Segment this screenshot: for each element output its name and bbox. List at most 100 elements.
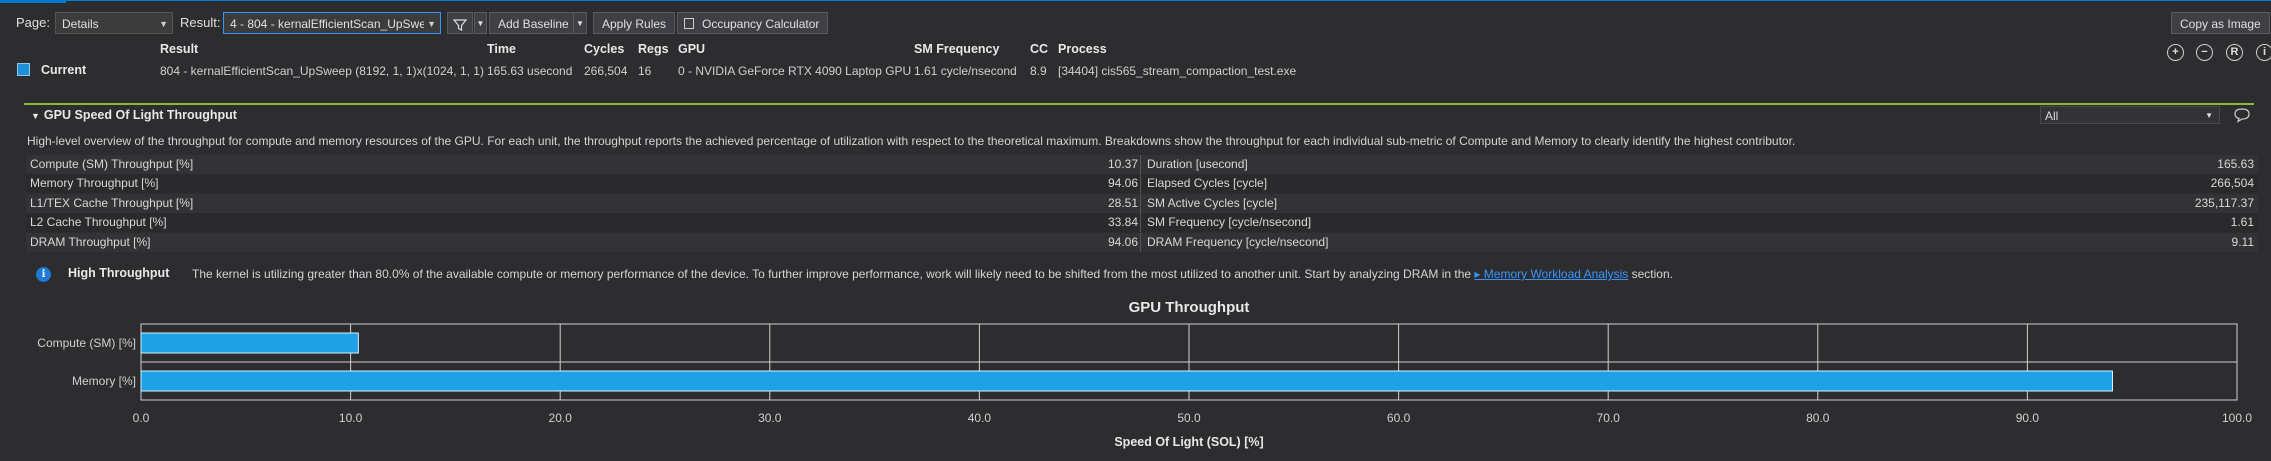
time-value: 165.63 usecond <box>487 64 573 78</box>
metric-name: DRAM Frequency [cycle/nsecond] <box>1147 234 1329 249</box>
section-filter-select[interactable]: All ▼ <box>2040 106 2220 124</box>
metric-value: 10.37 <box>1107 157 1138 171</box>
chevron-down-icon: ▼ <box>159 19 168 29</box>
metrics-row: L1/TEX Cache Throughput [%] 28.51 SM Activ… <box>26 193 2258 213</box>
filter-icon <box>452 19 468 31</box>
info-body: The kernel is utilizing greater than 80.… <box>192 267 1472 281</box>
reset-icon[interactable]: R <box>2226 44 2243 61</box>
info-suffix: section. <box>1631 267 1673 281</box>
x-tick-label: 80.0 <box>1806 411 1830 425</box>
column-divider <box>1140 193 1141 213</box>
zoom-in-icon[interactable]: + <box>2167 44 2184 61</box>
comment-icon[interactable] <box>2233 107 2251 123</box>
result-label: Result: <box>180 15 221 30</box>
x-tick-label: 40.0 <box>968 411 992 425</box>
page-select[interactable]: Details ▼ <box>55 12 173 34</box>
zoom-out-icon[interactable]: − <box>2196 44 2213 61</box>
section-description: High-level overview of the throughput fo… <box>27 134 1796 148</box>
metric-value: 94.06 <box>1107 234 1138 249</box>
regs-value: 16 <box>638 64 652 78</box>
y-category-label: Compute (SM) [%] <box>37 336 136 350</box>
cycles-value: 266,504 <box>584 64 628 78</box>
chevron-down-icon: ▼ <box>2205 111 2213 120</box>
calculator-icon <box>684 18 694 29</box>
x-tick-label: 60.0 <box>1387 411 1411 425</box>
info-title: High Throughput <box>68 266 170 280</box>
x-tick-label: 70.0 <box>1597 411 1621 425</box>
sm-frequency-value: 1.61 cycle/nsecond <box>914 64 1017 78</box>
metric-name: L2 Cache Throughput [%] <box>30 215 167 230</box>
metric-value: 1.61 <box>2230 215 2254 230</box>
chevron-down-icon: ▼ <box>424 13 436 33</box>
chevron-down-icon: ▼ <box>476 19 485 28</box>
section-title: GPU Speed Of Light Throughput <box>43 108 237 122</box>
metric-name: Compute (SM) Throughput [%] <box>30 157 194 171</box>
occupancy-calculator-button[interactable]: Occupancy Calculator <box>677 12 829 34</box>
x-tick-label: 90.0 <box>2016 411 2040 425</box>
section-divider <box>24 103 2254 105</box>
filter-button[interactable] <box>447 12 473 34</box>
metric-name: Elapsed Cycles [cycle] <box>1147 176 1268 191</box>
cc-value: 8.9 <box>1030 64 1047 78</box>
add-baseline-dropdown-button[interactable]: ▼ <box>573 12 587 34</box>
metric-value: 165.63 <box>2217 157 2254 171</box>
copy-as-image-button[interactable]: Copy as Image <box>2171 12 2270 34</box>
y-category-label: Memory [%] <box>72 374 136 388</box>
info-icon[interactable]: i <box>2256 44 2271 61</box>
x-axis-label: Speed Of Light (SOL) [%] <box>1114 435 1263 449</box>
memory-workload-analysis-link[interactable]: ▸ Memory Workload Analysis <box>1474 267 1628 281</box>
metric-value: 9.11 <box>2231 234 2254 249</box>
column-divider <box>1140 232 1141 252</box>
page-label: Page: <box>16 15 50 30</box>
metrics-row: DRAM Throughput [%] 94.06 DRAM Frequency [… <box>26 232 2258 252</box>
metric-name: SM Frequency [cycle/nsecond] <box>1147 215 1312 230</box>
metric-value: 266,504 <box>2210 176 2254 191</box>
apply-rules-button[interactable]: Apply Rules <box>593 12 676 34</box>
bar <box>140 332 359 354</box>
current-label: Current <box>41 63 87 77</box>
metric-value: 33.84 <box>1107 215 1138 230</box>
metric-name: L1/TEX Cache Throughput [%] <box>30 195 194 210</box>
window-top-border <box>0 0 2271 3</box>
info-icon: i <box>36 267 51 282</box>
x-tick-label: 20.0 <box>549 411 573 425</box>
result-value: 804 - kernalEfficientScan_UpSweep (8192,… <box>160 64 484 78</box>
x-tick-label: 0.0 <box>133 411 150 425</box>
x-tick-label: 50.0 <box>1177 411 1201 425</box>
column-header-time: Time <box>487 42 516 56</box>
metrics-row: Memory Throughput [%] 94.06 Elapsed Cycles… <box>26 174 2258 194</box>
column-header-cycles: Cycles <box>584 42 625 56</box>
column-header-regs: Regs <box>638 42 669 56</box>
filter-dropdown-button[interactable]: ▼ <box>474 12 487 34</box>
metric-name: Memory Throughput [%] <box>30 176 159 191</box>
add-baseline-button[interactable]: Add Baseline <box>489 12 578 34</box>
column-header-cc: CC <box>1030 42 1049 56</box>
section-filter-value: All <box>2045 109 2059 123</box>
info-text: The kernel is utilizing greater than 80.… <box>192 267 1673 281</box>
collapse-arrow-icon: ▼ <box>31 111 40 121</box>
metric-value: 94.06 <box>1107 176 1138 191</box>
metric-name: Duration [usecond] <box>1147 157 1248 171</box>
metrics-row: L2 Cache Throughput [%] 33.84 SM Frequency… <box>26 213 2258 233</box>
metrics-row: Compute (SM) Throughput [%] 10.37 Duration… <box>26 155 2258 174</box>
column-header-gpu: GPU <box>678 42 706 56</box>
page-select-value: Details <box>62 17 99 31</box>
chart-title: GPU Throughput <box>1129 299 1250 316</box>
occupancy-calculator-label: Occupancy Calculator <box>702 17 820 31</box>
metric-value: 235,117.37 <box>2194 195 2254 210</box>
current-color-swatch <box>17 63 30 76</box>
gpu-value: 0 - NVIDIA GeForce RTX 4090 Laptop GPU <box>678 64 912 78</box>
result-select[interactable]: 4 - 804 - kernalEfficientScan_UpSwe ▼ <box>223 12 441 34</box>
x-tick-label: 100.0 <box>2222 411 2252 425</box>
column-header-process: Process <box>1058 42 1107 56</box>
x-tick-label: 10.0 <box>339 411 363 425</box>
gpu-throughput-chart: GPU Throughput 0.0 10.0 20.0 30.0 40.0 50.0 60.… <box>37 299 2252 449</box>
column-divider <box>1140 174 1141 194</box>
section-header[interactable]: ▼ GPU Speed Of Light Throughput <box>31 108 237 122</box>
metric-name: DRAM Throughput [%] <box>30 234 151 249</box>
toolbar: Page: Details ▼ Result: 4 - 804 - kernal… <box>0 12 2271 36</box>
chevron-down-icon: ▼ <box>576 19 584 28</box>
column-header-result: Result <box>160 42 199 56</box>
bar <box>140 370 2113 392</box>
column-divider <box>1140 213 1141 233</box>
